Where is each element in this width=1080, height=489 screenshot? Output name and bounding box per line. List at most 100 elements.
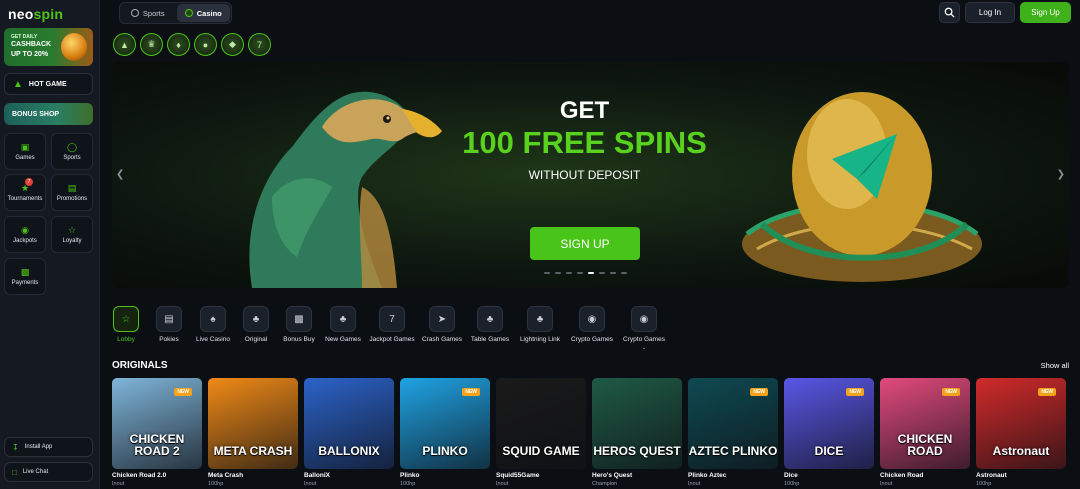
game-name[interactable]: Chicken Road <box>880 472 970 479</box>
install-app-button[interactable]: ↧ Install App <box>4 437 93 457</box>
sidebar-item-promotions[interactable]: ▤ Promotions <box>51 174 93 211</box>
logo[interactable]: neospin <box>8 6 63 22</box>
lucky-seven-icon: 7 <box>379 306 405 332</box>
game-name[interactable]: Plinko Aztec <box>688 472 778 479</box>
game-name[interactable]: Hero's Quest <box>592 472 682 479</box>
crown-icon[interactable]: ♛ <box>140 33 163 56</box>
sidebar-item-sports[interactable]: ◯ Sports <box>51 133 93 170</box>
carousel-dot[interactable] <box>599 272 605 274</box>
game-thumbnail[interactable]: CHICKEN ROAD NEW <box>880 378 970 469</box>
carousel-dot[interactable] <box>610 272 616 274</box>
sidebar-item-label: Sports <box>63 155 81 161</box>
carousel-dot[interactable] <box>544 272 550 274</box>
lucky-seven-icon[interactable]: 7 <box>248 33 271 56</box>
hero-banner[interactable]: GET 100 FREE SPINS WITHOUT DEPOSIT SIGN … <box>112 62 1069 288</box>
cards-icon: ♣ <box>243 306 269 332</box>
game-art-title: CHICKEN ROAD <box>897 432 953 458</box>
promo-line-1: GET DAILY <box>11 34 38 40</box>
sidebar-item-payments[interactable]: ▩ Payments <box>4 258 46 295</box>
game-thumbnail[interactable]: Astronaut NEW <box>976 378 1066 469</box>
game-card[interactable]: Astronaut NEW Astronaut 100hp <box>976 378 1066 487</box>
hot-game-button[interactable]: ▲ HOT GAME <box>4 73 93 95</box>
sidebar-item-loyalty[interactable]: ☆ Loyalty <box>51 216 93 253</box>
banner-subtitle: WITHOUT DEPOSIT <box>528 168 641 182</box>
sidebar-item-label: Loyalty <box>62 238 82 244</box>
sidebar-item-tournaments[interactable]: ★ Tournaments 7 <box>4 174 46 211</box>
game-name[interactable]: BalloniX <box>304 472 394 479</box>
chevron-left-icon[interactable]: ❮ <box>116 169 124 180</box>
category-bar: ☆ Lobby ▤ Pokies ♠ Live Casino ♣ Origina… <box>112 306 665 351</box>
game-thumbnail[interactable]: HEROS QUEST <box>592 378 682 469</box>
game-name[interactable]: Chicken Road 2.0 <box>112 472 202 479</box>
carousel-dot[interactable] <box>555 272 561 274</box>
game-thumbnail[interactable]: AZTEC PLINKO NEW <box>688 378 778 469</box>
live-chat-button[interactable]: □ Live Chat <box>4 462 93 482</box>
sidebar-item-jackpots[interactable]: ◉ Jackpots <box>4 216 46 253</box>
carousel-dot[interactable] <box>577 272 583 274</box>
tab-casino[interactable]: Casino <box>176 4 230 22</box>
category-crypto-games-2[interactable]: ◉ Crypto Games ⌄ <box>623 306 665 351</box>
game-name[interactable]: Astronaut <box>976 472 1066 479</box>
game-card[interactable]: DICE NEW Dice 100hp <box>784 378 874 487</box>
game-thumbnail[interactable]: PLINKO NEW <box>400 378 490 469</box>
cashback-promo-banner[interactable]: GET DAILY CASHBACK UP TO 20% <box>4 28 93 66</box>
login-button[interactable]: Log In <box>965 2 1015 23</box>
game-name[interactable]: Plinko <box>400 472 490 479</box>
slot-machine-icon: ▤ <box>156 306 182 332</box>
category-label: Lobby <box>117 336 135 343</box>
game-art-title: PLINKO <box>422 444 468 458</box>
gift-icon: ▩ <box>286 306 312 332</box>
bonus-shop-button[interactable]: BONUS SHOP <box>4 103 93 125</box>
game-card[interactable]: HEROS QUEST Hero's Quest Champion <box>592 378 682 487</box>
category-pokies[interactable]: ▤ Pokies <box>155 306 183 343</box>
game-thumbnail[interactable]: SQUID GAME <box>496 378 586 469</box>
game-thumbnail[interactable]: DICE NEW <box>784 378 874 469</box>
carousel-dot-active[interactable] <box>588 272 594 274</box>
game-card[interactable]: PLINKO NEW Plinko 100hp <box>400 378 490 487</box>
game-name[interactable]: Squid55Game <box>496 472 586 479</box>
category-lobby[interactable]: ☆ Lobby <box>112 306 140 343</box>
chevron-right-icon[interactable]: ❯ <box>1057 169 1065 180</box>
game-thumbnail[interactable]: META CRASH <box>208 378 298 469</box>
game-card[interactable]: SQUID GAME Squid55Game Inout <box>496 378 586 487</box>
category-new-games[interactable]: ♣ New Games <box>325 306 361 343</box>
category-label: Jackpot Games <box>369 336 415 343</box>
banner-signup-button[interactable]: SIGN UP <box>530 227 640 260</box>
category-table-games[interactable]: ♣ Table Games <box>471 306 509 343</box>
game-card[interactable]: META CRASH Meta Crash 100hp <box>208 378 298 487</box>
rank-icon[interactable]: ● <box>194 33 217 56</box>
chevron-down-icon[interactable]: ⌄ <box>641 344 646 351</box>
sidebar-item-games[interactable]: ▣ Games <box>4 133 46 170</box>
game-card[interactable]: CHICKEN ROAD 2 NEW Chicken Road 2.0 Inout <box>112 378 202 487</box>
tab-sports[interactable]: Sports <box>121 4 175 22</box>
category-bonus-buy[interactable]: ▩ Bonus Buy <box>283 306 315 343</box>
carousel-dots <box>544 272 627 274</box>
show-all-link[interactable]: Show all <box>1041 361 1069 370</box>
star-icon: ☆ <box>67 225 77 235</box>
game-name[interactable]: Meta Crash <box>208 472 298 479</box>
category-original[interactable]: ♣ Original <box>242 306 270 343</box>
category-lightning-link[interactable]: ♣ Lightning Link <box>520 306 560 343</box>
header: Sports Casino Log In Sign Up <box>100 0 1080 28</box>
new-badge: NEW <box>750 388 768 396</box>
category-live-casino[interactable]: ♠ Live Casino <box>196 306 230 343</box>
game-thumbnail[interactable]: CHICKEN ROAD 2 NEW <box>112 378 202 469</box>
rank-icon[interactable]: ♦ <box>167 33 190 56</box>
game-card[interactable]: CHICKEN ROAD NEW Chicken Road Inout <box>880 378 970 487</box>
game-thumbnail[interactable]: BALLONIX <box>304 378 394 469</box>
rank-icon[interactable]: ◆ <box>221 33 244 56</box>
rank-icon[interactable]: ▲ <box>113 33 136 56</box>
game-card[interactable]: BALLONIX BalloniX Inout <box>304 378 394 487</box>
search-button[interactable] <box>939 2 960 23</box>
crypto-coin-icon: ◉ <box>579 306 605 332</box>
game-name[interactable]: Dice <box>784 472 874 479</box>
category-crash-games[interactable]: ➤ Crash Games <box>422 306 462 343</box>
game-art-title: AZTEC PLINKO <box>688 444 778 458</box>
carousel-dot[interactable] <box>621 272 627 274</box>
category-crypto-games[interactable]: ◉ Crypto Games <box>571 306 613 343</box>
chat-icon: □ <box>12 467 17 477</box>
carousel-dot[interactable] <box>566 272 572 274</box>
category-jackpot-games[interactable]: 7 Jackpot Games <box>369 306 415 343</box>
signup-button[interactable]: Sign Up <box>1020 2 1071 23</box>
game-card[interactable]: AZTEC PLINKO NEW Plinko Aztec Inout <box>688 378 778 487</box>
